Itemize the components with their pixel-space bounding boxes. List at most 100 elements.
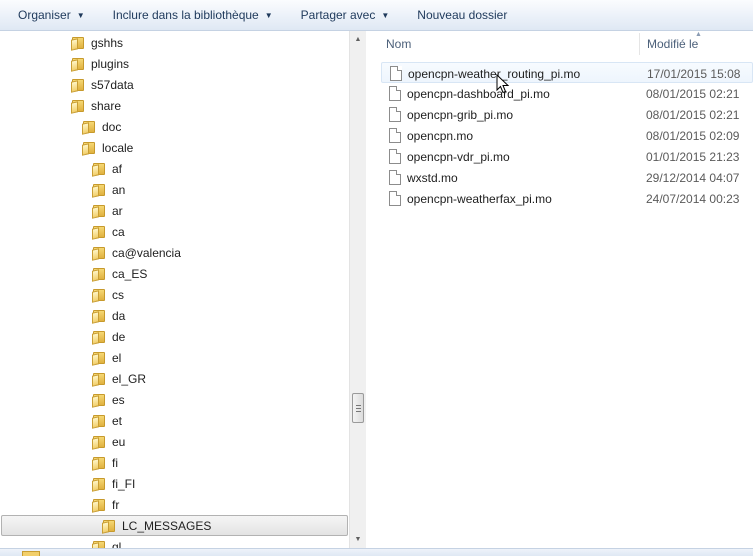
share-with-button[interactable]: Partager avec ▼ xyxy=(292,4,399,27)
share-with-label: Partager avec xyxy=(300,8,376,22)
tree-item[interactable]: fi_FI xyxy=(0,473,350,494)
organize-label: Organiser xyxy=(18,8,71,22)
tree-item-label: doc xyxy=(102,119,122,134)
sort-indicator-icon: ▲ xyxy=(695,31,702,38)
folder-icon xyxy=(102,519,116,534)
folder-icon xyxy=(92,414,106,429)
file-row[interactable]: opencpn-vdr_pi.mo 01/01/2015 21:23 xyxy=(381,146,753,167)
document-icon xyxy=(390,66,402,81)
file-name: opencpn-dashboard_pi.mo xyxy=(407,87,550,101)
tree-scrollbar[interactable]: ▲ ▼ xyxy=(349,31,366,548)
tree-item[interactable]: el_GR xyxy=(0,368,350,389)
chevron-down-icon: ▼ xyxy=(76,10,85,20)
folder-icon xyxy=(92,498,106,513)
file-modified-date: 08/01/2015 02:09 xyxy=(646,129,740,143)
tree-item[interactable]: doc xyxy=(0,116,350,137)
folder-icon xyxy=(92,456,106,471)
file-row[interactable]: opencpn-weatherfax_pi.mo 24/07/2014 00:23 xyxy=(381,188,753,209)
tree-item[interactable]: da xyxy=(0,305,350,326)
arrow-up-icon[interactable]: ▲ xyxy=(350,31,366,48)
folder-icon xyxy=(92,309,106,324)
folder-icon xyxy=(92,204,106,219)
tree-item[interactable]: ca_ES xyxy=(0,263,350,284)
tree-item[interactable]: ca xyxy=(0,221,350,242)
file-row[interactable]: opencpn-grib_pi.mo 08/01/2015 02:21 xyxy=(381,104,753,125)
file-modified-date: 29/12/2014 04:07 xyxy=(646,171,740,185)
navigation-tree: gshhs plugins s57data share doc locale af an ar c… xyxy=(0,31,350,548)
file-name: opencpn-weather_routing_pi.mo xyxy=(408,67,581,81)
file-modified-date: 17/01/2015 15:08 xyxy=(647,67,741,81)
file-name: opencpn-weatherfax_pi.mo xyxy=(407,192,552,206)
column-header-name[interactable]: Nom xyxy=(386,37,411,51)
tree-item-label: et xyxy=(112,413,123,428)
folder-icon xyxy=(92,162,106,177)
document-icon xyxy=(389,170,401,185)
tree-item-label: ar xyxy=(112,203,123,218)
folder-icon xyxy=(92,393,106,408)
chevron-down-icon: ▼ xyxy=(264,10,273,20)
tree-item[interactable]: el xyxy=(0,347,350,368)
tree-item[interactable]: locale xyxy=(0,137,350,158)
file-row[interactable]: wxstd.mo 29/12/2014 04:07 xyxy=(381,167,753,188)
tree-item-label: el xyxy=(112,350,122,365)
file-name: opencpn-grib_pi.mo xyxy=(407,108,514,122)
folder-icon xyxy=(92,477,106,492)
tree-item[interactable]: fi xyxy=(0,452,350,473)
folder-icon xyxy=(92,288,106,303)
tree-item-label: de xyxy=(112,329,126,344)
folder-icon xyxy=(71,57,85,72)
tree-item[interactable]: cs xyxy=(0,284,350,305)
tree-item[interactable]: et xyxy=(0,410,350,431)
document-icon xyxy=(389,128,401,143)
scrollbar-thumb[interactable] xyxy=(352,393,364,423)
tree-item[interactable]: s57data xyxy=(0,74,350,95)
mouse-pointer-icon xyxy=(496,74,510,94)
tree-item[interactable]: share xyxy=(0,95,350,116)
tree-item[interactable]: de xyxy=(0,326,350,347)
new-folder-label: Nouveau dossier xyxy=(417,8,508,22)
chevron-down-icon: ▼ xyxy=(381,10,390,20)
arrow-down-icon[interactable]: ▼ xyxy=(350,531,366,548)
organize-button[interactable]: Organiser ▼ xyxy=(9,4,94,27)
tree-item[interactable]: es xyxy=(0,389,350,410)
file-modified-date: 08/01/2015 02:21 xyxy=(646,108,740,122)
tree-item[interactable]: ar xyxy=(0,200,350,221)
tree-item-label: plugins xyxy=(91,56,130,71)
tree-item[interactable]: ca@valencia xyxy=(0,242,350,263)
tree-item[interactable]: an xyxy=(0,179,350,200)
command-bar: Organiser ▼ Inclure dans la bibliothèque… xyxy=(0,0,753,31)
file-modified-date: 24/07/2014 00:23 xyxy=(646,192,740,206)
file-row[interactable]: opencpn.mo 08/01/2015 02:09 xyxy=(381,125,753,146)
tree-item-label: LC_MESSAGES xyxy=(122,518,212,533)
include-in-library-button[interactable]: Inclure dans la bibliothèque ▼ xyxy=(104,4,282,27)
tree-item-label: ca_ES xyxy=(112,266,148,281)
grip-line xyxy=(356,405,361,406)
column-header-modified[interactable]: Modifié le xyxy=(647,37,698,51)
tree-item[interactable]: eu xyxy=(0,431,350,452)
tree-item[interactable]: af xyxy=(0,158,350,179)
document-icon xyxy=(389,107,401,122)
tree-item-label: ca xyxy=(112,224,125,239)
folder-icon xyxy=(92,372,106,387)
grip-line xyxy=(356,411,361,412)
new-folder-button[interactable]: Nouveau dossier xyxy=(408,4,516,27)
tree-item[interactable]: gl xyxy=(0,536,350,548)
folder-icon xyxy=(92,246,106,261)
tree-item-label: el_GR xyxy=(112,371,147,386)
tree-item-label: gshhs xyxy=(91,35,124,50)
column-divider[interactable] xyxy=(639,33,640,55)
file-row[interactable]: opencpn-dashboard_pi.mo 08/01/2015 02:21 xyxy=(381,83,753,104)
folder-icon xyxy=(92,435,106,450)
folder-icon xyxy=(92,183,106,198)
tree-item[interactable]: fr xyxy=(0,494,350,515)
file-row[interactable]: opencpn-weather_routing_pi.mo 17/01/2015 … xyxy=(381,62,753,83)
tree-item[interactable]: gshhs xyxy=(0,32,350,53)
tree-item[interactable]: LC_MESSAGES xyxy=(0,515,350,536)
tree-item[interactable]: plugins xyxy=(0,53,350,74)
tree-item-label: da xyxy=(112,308,126,323)
folder-icon xyxy=(92,225,106,240)
folder-icon xyxy=(71,99,85,114)
document-icon xyxy=(389,191,401,206)
tree-item-label: an xyxy=(112,182,126,197)
folder-icon xyxy=(92,267,106,282)
